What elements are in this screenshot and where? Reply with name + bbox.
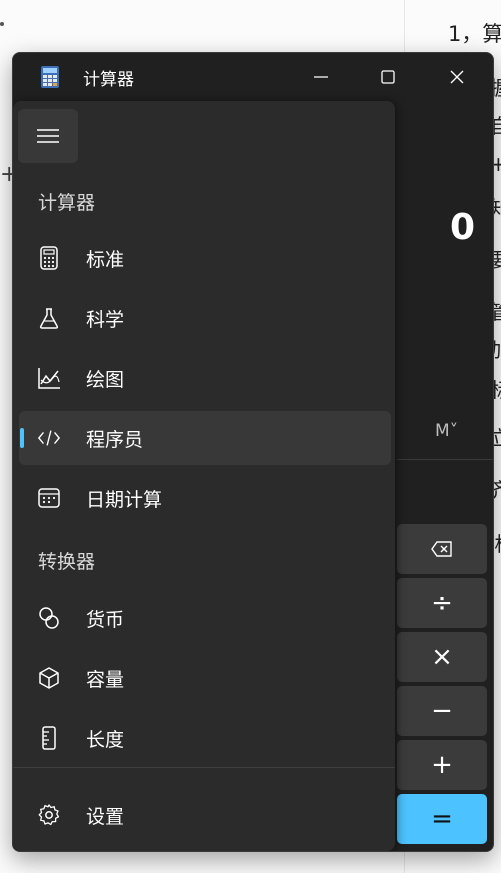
- settings-divider: [13, 767, 395, 768]
- calculator-app-icon: [41, 66, 59, 88]
- nav-item-length[interactable]: 长度: [19, 711, 391, 765]
- document-heading: 1，算: [448, 22, 501, 46]
- nav-item-volume[interactable]: 容量: [19, 651, 391, 705]
- hamburger-icon: [37, 129, 59, 143]
- flask-icon: [37, 306, 61, 330]
- minimize-icon: [314, 76, 328, 78]
- result-display: 0: [449, 207, 475, 248]
- navigation-pane: 计算器 标准 科学 绘图 程序员 日期计算 转换器 货币 容量 长度 设置: [13, 101, 395, 851]
- calendar-icon: [37, 486, 61, 510]
- cube-icon: [37, 666, 61, 690]
- ruler-icon: [37, 726, 61, 750]
- add-button[interactable]: +: [397, 740, 487, 790]
- menu-button[interactable]: [18, 109, 78, 163]
- calculator-section-heading: 计算器: [38, 192, 96, 214]
- maximize-icon: [381, 70, 395, 84]
- memory-button[interactable]: M˅: [435, 421, 458, 441]
- nav-item-currency[interactable]: 货币: [19, 591, 391, 645]
- close-icon: [450, 70, 464, 84]
- selection-indicator: [20, 428, 24, 448]
- nav-item-label: 货币: [86, 609, 125, 631]
- maximize-button[interactable]: [368, 63, 408, 91]
- nav-item-label: 标准: [86, 249, 125, 271]
- nav-item-standard[interactable]: 标准: [19, 231, 391, 285]
- window-title: 计算器: [83, 70, 134, 90]
- nav-item-label: 科学: [86, 309, 125, 331]
- nav-item-date-calculation[interactable]: 日期计算: [19, 471, 391, 525]
- title-bar[interactable]: 计算器: [13, 53, 493, 99]
- calculator-window: 计算器 0 M˅ ÷ × − + = 计算器 标准 科学 绘图 程序员 日期计算…: [12, 52, 494, 852]
- gear-icon: [37, 803, 61, 827]
- nav-item-label: 日期计算: [86, 489, 163, 511]
- backspace-icon: [431, 541, 452, 557]
- close-button[interactable]: [437, 63, 477, 91]
- nav-item-label: 长度: [86, 729, 125, 751]
- nav-item-programmer[interactable]: 程序员: [19, 411, 391, 465]
- graph-icon: [37, 366, 61, 390]
- divide-button[interactable]: ÷: [397, 578, 487, 628]
- multiply-button[interactable]: ×: [397, 632, 487, 682]
- bullet-dot: [0, 22, 4, 26]
- nav-item-graphing[interactable]: 绘图: [19, 351, 391, 405]
- calculator-icon: [37, 246, 61, 270]
- nav-item-scientific[interactable]: 科学: [19, 291, 391, 345]
- nav-item-label: 绘图: [86, 369, 125, 391]
- code-icon: [37, 426, 61, 450]
- nav-item-settings[interactable]: 设置: [19, 788, 391, 842]
- backspace-button[interactable]: [397, 524, 487, 574]
- currency-icon: [37, 606, 61, 630]
- converter-section-heading: 转换器: [38, 551, 96, 573]
- subtract-button[interactable]: −: [397, 686, 487, 736]
- nav-item-label: 设置: [86, 806, 125, 828]
- equals-button[interactable]: =: [397, 794, 487, 844]
- minimize-button[interactable]: [301, 63, 341, 91]
- nav-item-label: 容量: [86, 669, 125, 691]
- memory-divider: [397, 459, 493, 460]
- nav-item-label: 程序员: [86, 429, 144, 451]
